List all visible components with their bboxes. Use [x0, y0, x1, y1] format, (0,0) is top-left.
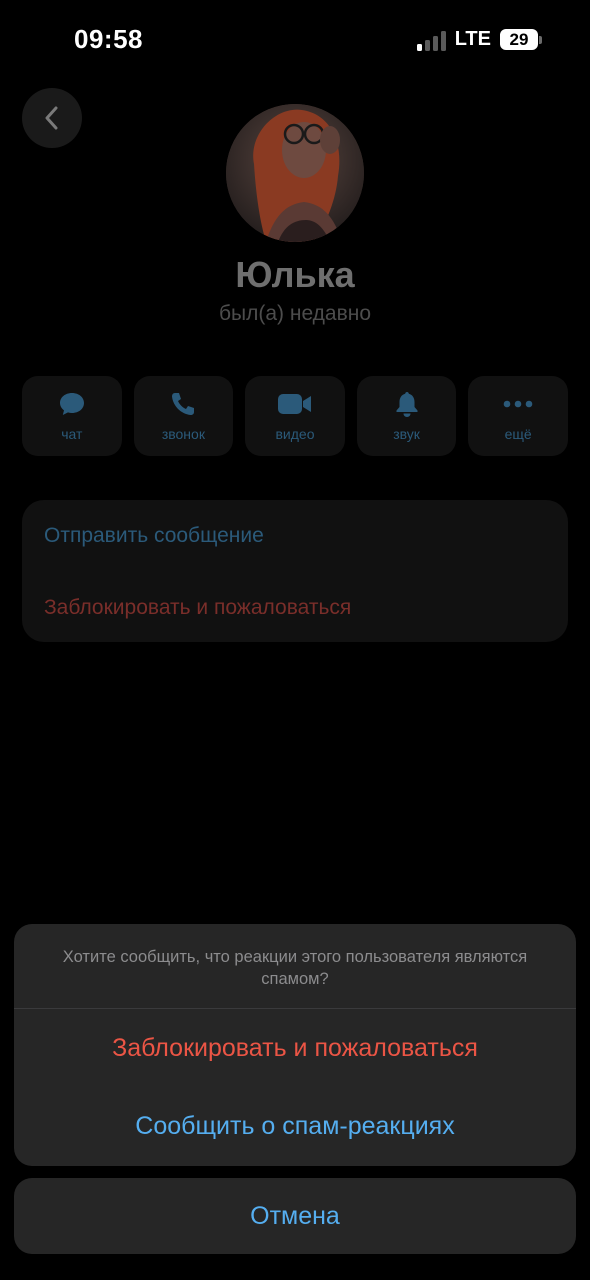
sound-button[interactable]: звук	[356, 376, 457, 456]
chat-button[interactable]: чат	[22, 376, 122, 456]
profile-name: Юлька	[235, 254, 355, 295]
more-button[interactable]: ещё	[468, 376, 568, 456]
call-button[interactable]: звонок	[133, 376, 234, 456]
video-call-button[interactable]: видео	[245, 376, 345, 456]
bell-icon	[396, 392, 418, 417]
send-message-option[interactable]: Отправить сообщение	[44, 524, 264, 548]
call-label: звонок	[161, 426, 205, 442]
action-sheet-message: Хотите сообщить, что реакции этого польз…	[14, 924, 576, 1009]
avatar[interactable]	[226, 104, 364, 242]
more-label: ещё	[504, 426, 532, 442]
phone-icon	[172, 393, 195, 415]
avatar-photo	[226, 104, 364, 242]
cancel-button[interactable]: Отмена	[14, 1178, 576, 1254]
back-button[interactable]	[22, 88, 82, 148]
sound-label: звук	[393, 426, 420, 442]
last-seen-status: был(а) недавно	[218, 302, 372, 325]
action-sheet: Хотите сообщить, что реакции этого польз…	[14, 924, 576, 1166]
chat-label: чат	[61, 426, 83, 442]
profile-actions: чат звонок видео звук ещё	[22, 376, 568, 456]
block-and-report-button[interactable]: Заблокировать и пожаловаться	[14, 1009, 576, 1087]
chat-bubble-icon	[59, 393, 84, 415]
report-spam-reactions-button[interactable]: Сообщить о спам-реакциях	[14, 1087, 576, 1165]
more-dots-icon	[503, 400, 533, 408]
video-label: видео	[275, 426, 315, 442]
profile-options-card: Отправить сообщение Заблокировать и пожа…	[22, 500, 568, 642]
chevron-left-icon	[45, 106, 58, 130]
block-report-option[interactable]: Заблокировать и пожаловаться	[44, 596, 351, 620]
video-camera-icon	[277, 394, 311, 414]
